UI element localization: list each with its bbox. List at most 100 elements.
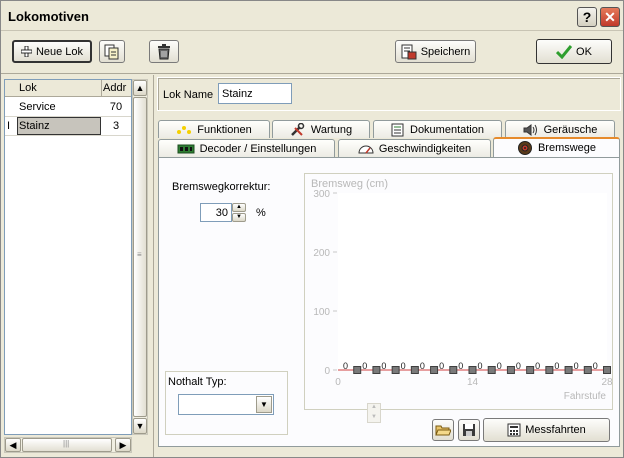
open-button[interactable]: [432, 419, 454, 441]
dropdown-arrow-icon[interactable]: ▼: [256, 396, 272, 413]
lok-name-label: Lok Name: [163, 89, 214, 101]
tab-wartung[interactable]: Wartung: [272, 120, 370, 138]
delete-button[interactable]: [149, 40, 179, 63]
new-lok-label: Neue Lok: [35, 45, 84, 58]
folder-open-icon: [435, 423, 451, 437]
list-vertical-scrollbar[interactable]: ▲ ≡ ▼: [132, 79, 148, 435]
data-point: [564, 366, 573, 374]
ok-label: OK: [576, 45, 592, 58]
list-item-selected[interactable]: I Stainz 3: [5, 117, 131, 135]
data-point: [506, 366, 515, 374]
lok-name-cell: Stainz: [19, 120, 50, 132]
floppy-disk-icon: [462, 423, 476, 437]
data-point: [583, 366, 592, 374]
scroll-thumb[interactable]: ≡: [133, 97, 147, 417]
save-disk-button[interactable]: [458, 419, 480, 441]
plot-area: [338, 193, 607, 370]
trash-icon: [157, 43, 171, 60]
row-cursor-mark: I: [7, 120, 11, 132]
data-label: 0: [381, 361, 386, 371]
tab-label: Wartung: [310, 123, 353, 136]
tab-dokumentation[interactable]: Dokumentation: [373, 120, 502, 138]
tab-decoder-einstellungen[interactable]: Decoder / Einstellungen: [158, 139, 335, 157]
close-button[interactable]: ✕: [600, 7, 620, 27]
tab-geraeusche[interactable]: Geräusche: [505, 120, 615, 138]
y-tick-label: 100: [313, 307, 330, 318]
lok-name-input[interactable]: Stainz: [218, 83, 292, 104]
splitter[interactable]: [153, 75, 154, 457]
title-bar: Lokomotiven ? ✕: [1, 1, 623, 31]
tab-label: Funktionen: [197, 123, 252, 136]
data-label: 0: [401, 361, 406, 371]
spin-down-icon: ▼: [371, 414, 377, 420]
nothalt-typ-select[interactable]: ▼: [178, 394, 274, 415]
data-label: 0: [593, 361, 598, 371]
scroll-thumb[interactable]: |||: [22, 438, 112, 452]
scroll-right-button[interactable]: ▶: [115, 438, 131, 452]
bremswegkorrektur-input[interactable]: 30: [200, 203, 232, 222]
tab-label: Geräusche: [543, 123, 598, 136]
data-point: [468, 366, 477, 374]
lok-name-cell: Service: [19, 101, 56, 113]
data-label: 0: [497, 361, 502, 371]
column-divider: [101, 80, 102, 97]
list-horizontal-scrollbar[interactable]: ◀ ||| ▶: [4, 437, 132, 453]
data-point: [603, 366, 611, 374]
list-item[interactable]: Service 70: [5, 98, 131, 116]
column-header-addr[interactable]: Addr: [103, 82, 126, 94]
data-point: [430, 366, 439, 374]
tab-geschwindigkeiten[interactable]: Geschwindigkeiten: [338, 139, 491, 157]
data-point: [353, 366, 362, 374]
speaker-icon: [523, 123, 539, 136]
chart-spinner[interactable]: ▲ ▼: [367, 403, 381, 423]
checkmark-icon: [556, 44, 573, 59]
tab-funktionen[interactable]: Funktionen: [158, 120, 270, 138]
loco-list[interactable]: Lok Addr Service 70 I Stainz 3: [4, 79, 132, 435]
spin-down-button[interactable]: ▼: [232, 213, 246, 222]
grip-icon: |||: [63, 439, 70, 448]
x-axis-label: Fahrstufe: [564, 391, 607, 402]
messfahrten-label: Messfahrten: [525, 424, 586, 436]
spin-up-button[interactable]: ▲: [232, 203, 246, 212]
brake-disc-icon: [517, 140, 533, 156]
data-point: [391, 366, 400, 374]
scroll-up-button[interactable]: ▲: [133, 80, 147, 96]
list-header: Lok Addr: [5, 80, 131, 97]
save-document-icon: [401, 44, 417, 60]
data-label: 0: [554, 361, 559, 371]
new-lok-button[interactable]: Neue Lok: [12, 40, 92, 63]
percent-unit-label: %: [256, 207, 266, 219]
tab-label: Dokumentation: [410, 123, 484, 136]
data-point: [449, 366, 458, 374]
data-label: 0: [362, 361, 367, 371]
copy-button[interactable]: [99, 40, 125, 63]
data-label: 0: [458, 361, 463, 371]
plus-icon: [20, 46, 32, 57]
bremsweg-chart: Bremsweg (cm)01002003000 14 28Fahrstufe0 0 0…: [311, 178, 612, 402]
ok-button[interactable]: OK: [536, 39, 612, 64]
document-icon: [391, 123, 405, 137]
scroll-down-button[interactable]: ▼: [133, 418, 147, 434]
y-tick-label: 300: [313, 189, 330, 200]
toolbar-divider: [1, 73, 623, 74]
lokomotiven-window: Lokomotiven ? ✕ Neue Lok Speichern OK Lo…: [0, 0, 624, 458]
tab-label: Bremswege: [537, 142, 597, 154]
save-label: Speichern: [420, 45, 471, 58]
data-point: [410, 366, 419, 374]
column-header-lok[interactable]: Lok: [19, 82, 37, 94]
nothalt-typ-label: Nothalt Typ:: [168, 376, 227, 388]
messfahrten-button[interactable]: Messfahrten: [483, 418, 610, 442]
x-tick-label: 0: [335, 377, 341, 388]
scroll-left-button[interactable]: ◀: [5, 438, 21, 452]
bremswegkorrektur-spinner[interactable]: ▲ ▼: [232, 203, 246, 222]
grip-icon: ≡: [137, 250, 142, 259]
data-label: 0: [574, 361, 579, 371]
save-button[interactable]: Speichern: [395, 40, 476, 63]
speedometer-icon: [358, 144, 374, 154]
tab-bremswege[interactable]: Bremswege: [493, 137, 620, 157]
calculator-icon: [507, 423, 521, 437]
data-label: 0: [516, 361, 521, 371]
window-title: Lokomotiven: [8, 9, 89, 24]
scroll-corner: [132, 437, 148, 453]
help-button[interactable]: ?: [577, 7, 597, 27]
